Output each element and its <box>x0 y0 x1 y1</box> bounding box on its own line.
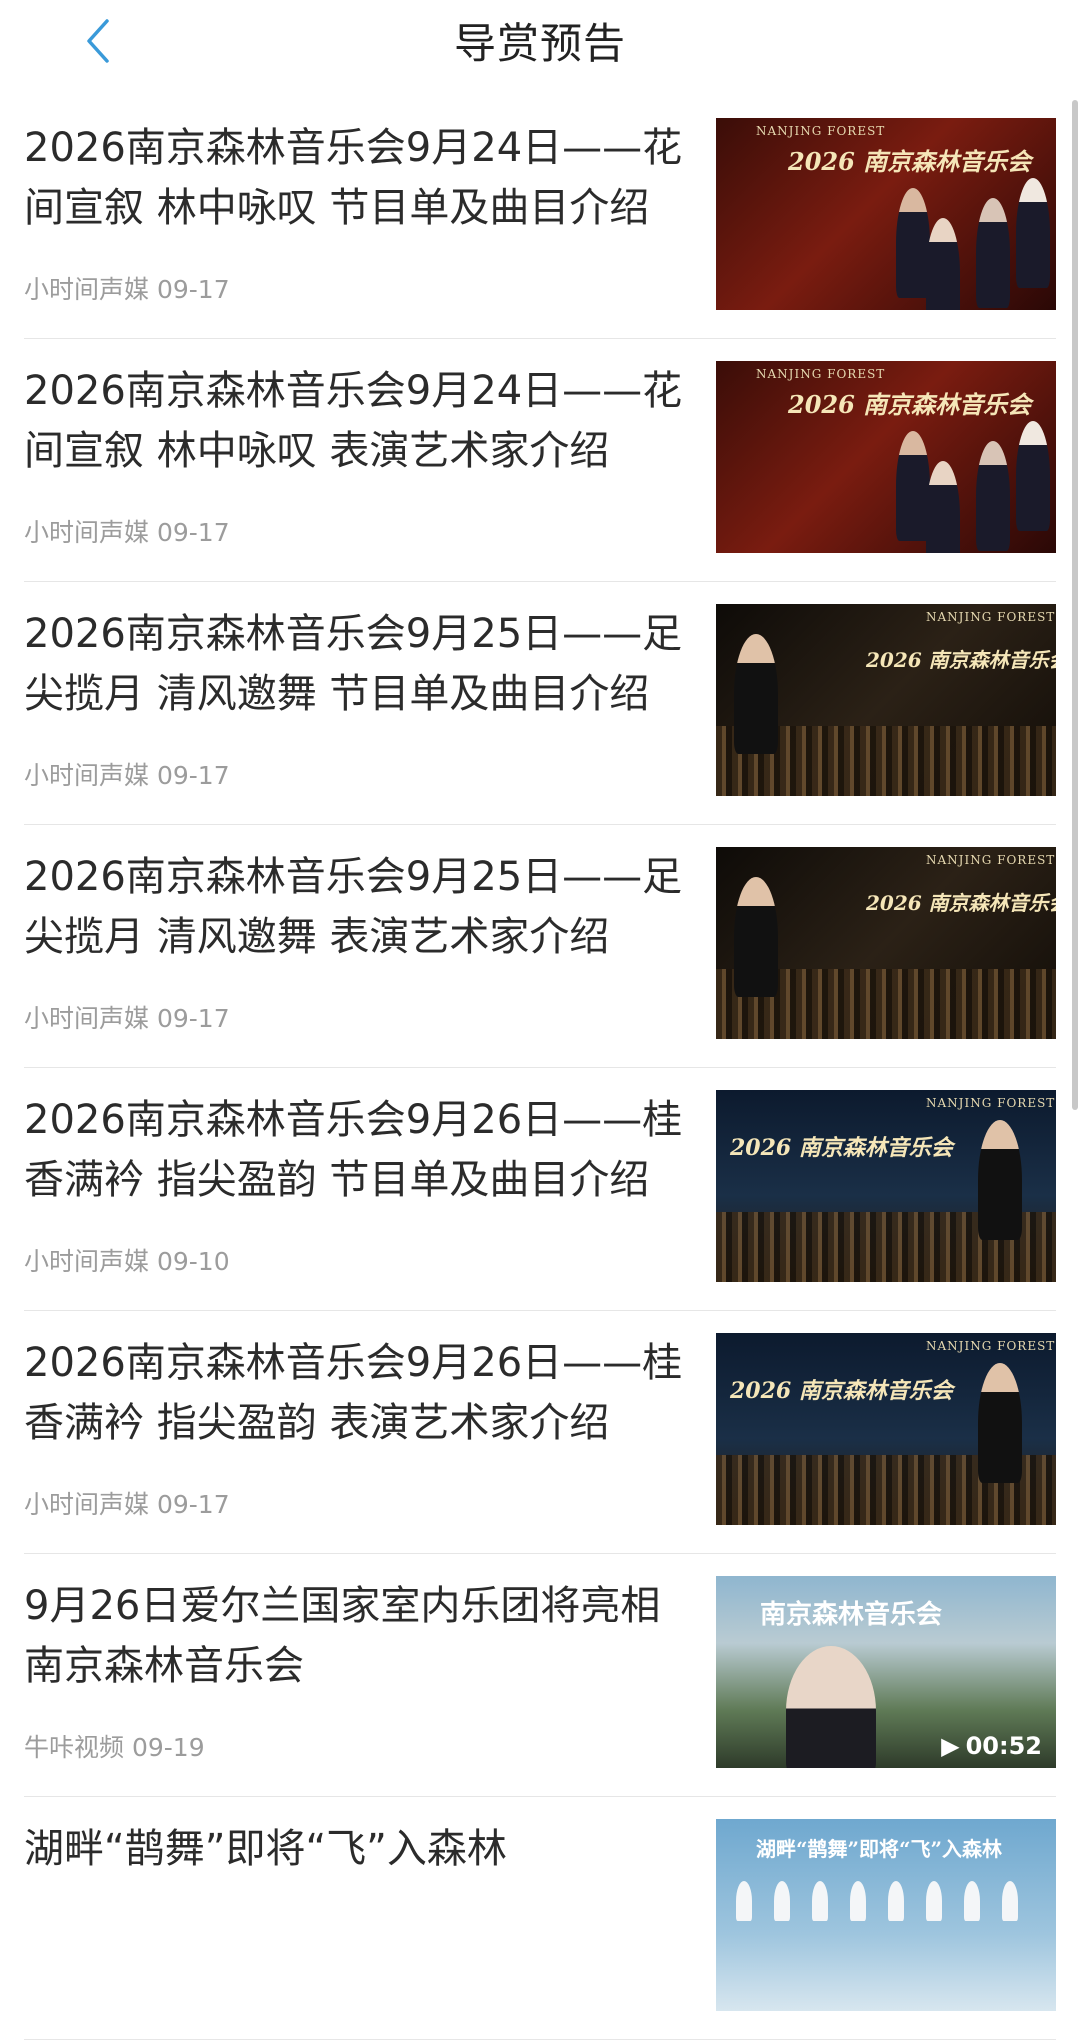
article-meta: 小时间声媒 09-17 <box>24 756 230 792</box>
article-item[interactable]: 9月26日爱尔兰国家室内乐团将亮相南京森林音乐会牛咔视频 09-19 南京森林音乐… <box>0 1554 1080 1797</box>
top-bar: 导赏预告 <box>0 0 1080 80</box>
article-source: 小时间声媒 <box>24 1490 150 1519</box>
dancer-figure <box>850 1881 866 1921</box>
article-date: 09-17 <box>156 275 230 304</box>
article-item[interactable]: 湖畔“鹊舞”即将“飞”入森林 湖畔“鹊舞”即将“飞”入森林 <box>0 1797 1080 2040</box>
article-source: 牛咔视频 <box>24 1733 125 1762</box>
performer-figure <box>734 634 778 754</box>
article-source: 小时间声媒 <box>24 761 150 790</box>
article-meta: 牛咔视频 09-19 <box>24 1728 205 1764</box>
poster-title: 2026 南京森林音乐会 <box>730 1378 953 1404</box>
article-date: 09-19 <box>131 1733 205 1762</box>
poster-title: 2026 南京森林音乐会 <box>788 390 1032 419</box>
article-date: 09-17 <box>156 518 230 547</box>
article-meta: 小时间声媒 09-10 <box>24 1242 230 1278</box>
poster-title: 2026 南京森林音乐会 <box>788 147 1032 176</box>
article-date: 09-17 <box>156 1004 230 1033</box>
page-title: 导赏预告 <box>453 19 626 68</box>
poster-brand: NANJING FOREST <box>926 1096 1056 1110</box>
poster-title: 2026 南京森林音乐会 <box>866 648 1056 672</box>
article-source: 小时间声媒 <box>24 1247 150 1276</box>
article-title: 2026南京森林音乐会9月24日——花间宣叙 林中咏叹 表演艺术家介绍 <box>24 368 683 474</box>
article-meta: 小时间声媒 09-17 <box>24 513 230 549</box>
article-item[interactable]: 2026南京森林音乐会9月25日——足尖揽月 清风邀舞 节目单及曲目介绍小时间声… <box>0 582 1080 825</box>
performer-figure <box>978 1363 1022 1483</box>
article-source: 小时间声媒 <box>24 518 150 547</box>
dancer-figure <box>736 1881 752 1921</box>
article-meta: 小时间声媒 09-17 <box>24 1485 230 1521</box>
article-title: 2026南京森林音乐会9月26日——桂香满衿 指尖盈韵 表演艺术家介绍 <box>24 1340 683 1446</box>
article-thumbnail[interactable]: NANJING FOREST 2026 南京森林音乐会 <box>716 361 1056 553</box>
dancer-figure <box>888 1881 904 1921</box>
dancer-figure <box>964 1881 980 1921</box>
article-title: 9月26日爱尔兰国家室内乐团将亮相南京森林音乐会 <box>24 1583 661 1689</box>
poster-brand: NANJING FOREST <box>756 124 886 138</box>
article-thumbnail[interactable]: 南京森林音乐会 ▶ 00:52 <box>716 1576 1056 1768</box>
article-title: 2026南京森林音乐会9月25日——足尖揽月 清风邀舞 节目单及曲目介绍 <box>24 611 683 717</box>
scrollbar[interactable] <box>1072 100 1078 1110</box>
performer-figure <box>734 877 778 997</box>
article-item[interactable]: 2026南京森林音乐会9月25日——足尖揽月 清风邀舞 表演艺术家介绍小时间声媒… <box>0 825 1080 1068</box>
performer-figure <box>1016 178 1050 288</box>
performer-figure <box>1016 421 1050 531</box>
article-source: 小时间声媒 <box>24 1004 150 1033</box>
article-thumbnail[interactable]: NANJING FOREST 2026 南京森林音乐会 <box>716 1090 1056 1282</box>
article-meta: 小时间声媒 09-17 <box>24 270 230 306</box>
performer-figure <box>976 441 1010 551</box>
performer-figure <box>926 461 960 553</box>
article-item[interactable]: 2026南京森林音乐会9月24日——花间宣叙 林中咏叹 节目单及曲目介绍小时间声… <box>0 96 1080 339</box>
play-icon: ▶ <box>941 1732 960 1760</box>
article-date: 09-17 <box>156 1490 230 1519</box>
poster-brand: NANJING FOREST <box>926 1339 1056 1353</box>
article-thumbnail[interactable]: NANJING FOREST 2026 南京森林音乐会 <box>716 1333 1056 1525</box>
performer-figure <box>896 431 930 541</box>
article-list: 2026南京森林音乐会9月24日——花间宣叙 林中咏叹 节目单及曲目介绍小时间声… <box>0 96 1080 2040</box>
performer-figure <box>786 1646 876 1768</box>
article-thumbnail[interactable]: NANJING FOREST 2026 南京森林音乐会 <box>716 118 1056 310</box>
poster-title: 2026 南京森林音乐会 <box>866 891 1056 915</box>
video-duration: 00:52 <box>965 1732 1042 1760</box>
article-title: 2026南京森林音乐会9月24日——花间宣叙 林中咏叹 节目单及曲目介绍 <box>24 125 683 231</box>
article-title: 湖畔“鹊舞”即将“飞”入森林 <box>24 1826 507 1872</box>
article-item[interactable]: 2026南京森林音乐会9月26日——桂香满衿 指尖盈韵 节目单及曲目介绍小时间声… <box>0 1068 1080 1311</box>
article-thumbnail[interactable]: NANJING FOREST 2026 南京森林音乐会 <box>716 604 1056 796</box>
poster-title: 2026 南京森林音乐会 <box>730 1135 953 1161</box>
article-date: 09-10 <box>156 1247 230 1276</box>
article-item[interactable]: 2026南京森林音乐会9月24日——花间宣叙 林中咏叹 表演艺术家介绍小时间声媒… <box>0 339 1080 582</box>
article-thumbnail[interactable]: 湖畔“鹊舞”即将“飞”入森林 <box>716 1819 1056 2011</box>
dancer-figure <box>926 1881 942 1921</box>
performer-figure <box>896 188 930 298</box>
poster-title: 湖畔“鹊舞”即将“飞”入森林 <box>756 1837 1003 1861</box>
dancer-figure <box>1002 1881 1018 1921</box>
performer-figure <box>978 1120 1022 1240</box>
dancer-figure <box>812 1881 828 1921</box>
poster-title: 南京森林音乐会 <box>760 1600 943 1630</box>
article-title: 2026南京森林音乐会9月25日——足尖揽月 清风邀舞 表演艺术家介绍 <box>24 854 683 960</box>
article-date: 09-17 <box>156 761 230 790</box>
performer-figure <box>926 218 960 310</box>
video-duration-badge: ▶ 00:52 <box>941 1732 1042 1760</box>
article-source: 小时间声媒 <box>24 275 150 304</box>
article-item[interactable]: 2026南京森林音乐会9月26日——桂香满衿 指尖盈韵 表演艺术家介绍小时间声媒… <box>0 1311 1080 1554</box>
dancer-figure <box>774 1881 790 1921</box>
poster-brand: NANJING FOREST <box>926 853 1056 867</box>
poster-brand: NANJING FOREST <box>756 367 886 381</box>
article-title: 2026南京森林音乐会9月26日——桂香满衿 指尖盈韵 节目单及曲目介绍 <box>24 1097 683 1203</box>
performer-figure <box>976 198 1010 308</box>
article-thumbnail[interactable]: NANJING FOREST 2026 南京森林音乐会 <box>716 847 1056 1039</box>
poster-brand: NANJING FOREST <box>926 610 1056 624</box>
article-meta: 小时间声媒 09-17 <box>24 999 230 1035</box>
